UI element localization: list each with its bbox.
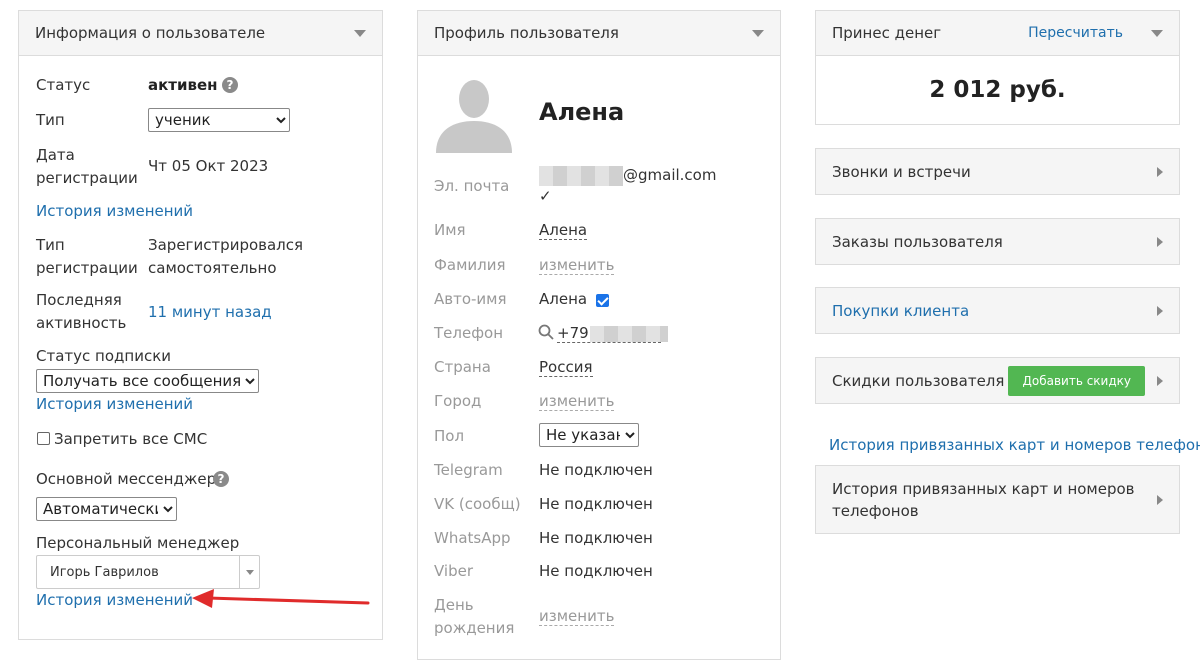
birthday-label-line2: рождения bbox=[434, 619, 515, 637]
chevron-right-icon[interactable] bbox=[1157, 305, 1163, 316]
reg-type-label-line2: регистрации bbox=[36, 259, 138, 277]
chevron-right-icon[interactable] bbox=[1157, 494, 1163, 505]
chevron-down-icon[interactable] bbox=[752, 29, 764, 37]
whatsapp-value: Не подключен bbox=[539, 529, 653, 547]
status-label: Статус bbox=[36, 76, 91, 94]
phone-value[interactable]: +79 bbox=[557, 324, 668, 343]
gender-label: Пол bbox=[434, 427, 465, 445]
manager-combobox[interactable]: Игорь Гаврилов bbox=[36, 555, 260, 589]
orders-title: Заказы пользователя bbox=[832, 232, 1003, 251]
annotation-arrow-icon bbox=[192, 589, 370, 608]
phone-label: Телефон bbox=[434, 324, 504, 342]
first-name-value[interactable]: Алена bbox=[539, 221, 588, 240]
viber-label: Viber bbox=[434, 562, 474, 580]
cards-history-section[interactable]: История привязанных карт и номеров телеф… bbox=[815, 465, 1180, 534]
auto-name-label: Авто-имя bbox=[434, 290, 507, 308]
sms-label[interactable]: Запретить все СМС bbox=[54, 430, 207, 448]
chevron-down-icon[interactable] bbox=[239, 556, 259, 588]
reg-type-value-line2: самостоятельно bbox=[148, 259, 277, 277]
calls-section[interactable]: Звонки и встречи bbox=[815, 148, 1180, 195]
type-label: Тип bbox=[36, 111, 65, 129]
history-link-1[interactable]: История изменений bbox=[36, 202, 193, 220]
phone-prefix: +79 bbox=[557, 324, 589, 342]
orders-section[interactable]: Заказы пользователя bbox=[815, 218, 1180, 265]
history-link-3[interactable]: История изменений bbox=[36, 591, 193, 609]
last-activity-value[interactable]: 11 минут назад bbox=[148, 303, 272, 321]
telegram-value: Не подключен bbox=[539, 461, 653, 479]
add-discount-button[interactable]: Добавить скидку bbox=[1008, 365, 1145, 396]
profile-name: Алена bbox=[539, 98, 625, 126]
reg-date-label-line2: регистрации bbox=[36, 169, 138, 187]
money-header: Принес денег Пересчитать bbox=[816, 11, 1179, 56]
vk-label: VK (сообщ) bbox=[434, 495, 521, 513]
type-select[interactable]: ученик bbox=[148, 108, 290, 132]
chevron-right-icon[interactable] bbox=[1157, 236, 1163, 247]
profile-header[interactable]: Профиль пользователя bbox=[418, 11, 780, 56]
last-name-label: Фамилия bbox=[434, 256, 506, 274]
birthday-label: День bbox=[434, 596, 474, 614]
chevron-down-icon[interactable] bbox=[1151, 29, 1163, 37]
user-info-title: Информация о пользователе bbox=[35, 24, 266, 42]
city-label: Город bbox=[434, 392, 482, 410]
reg-date-value: Чт 05 Окт 2023 bbox=[148, 157, 269, 175]
money-amount: 2 012 руб. bbox=[929, 77, 1066, 103]
subscription-label: Статус подписки bbox=[36, 347, 171, 365]
email-label: Эл. почта bbox=[434, 177, 510, 195]
last-name-edit[interactable]: изменить bbox=[539, 256, 615, 275]
messenger-label: Основной мессенджер bbox=[36, 470, 217, 488]
email-domain: @gmail.com bbox=[623, 166, 717, 184]
manager-label: Персональный менеджер bbox=[36, 534, 240, 552]
purchases-section[interactable]: Покупки клиента bbox=[815, 287, 1180, 334]
help-icon-messenger[interactable]: ? bbox=[213, 471, 229, 487]
money-body: 2 012 руб. bbox=[816, 56, 1179, 124]
cards-history-title-line1: История привязанных карт и номеров bbox=[832, 479, 1135, 498]
telegram-label: Telegram bbox=[434, 461, 503, 479]
gender-select[interactable]: Не указан bbox=[539, 423, 639, 447]
subscription-select[interactable]: Получать все сообщения bbox=[36, 369, 259, 393]
purchases-title[interactable]: Покупки клиента bbox=[832, 302, 1157, 320]
city-edit[interactable]: изменить bbox=[539, 392, 615, 411]
help-icon[interactable]: ? bbox=[222, 77, 238, 93]
whatsapp-label: WhatsApp bbox=[434, 529, 511, 547]
sms-checkbox[interactable] bbox=[37, 432, 50, 445]
chevron-right-icon[interactable] bbox=[1157, 375, 1163, 386]
first-name-label: Имя bbox=[434, 221, 466, 239]
search-icon[interactable] bbox=[538, 324, 554, 340]
birthday-edit[interactable]: изменить bbox=[539, 607, 615, 626]
chevron-down-icon[interactable] bbox=[354, 29, 366, 37]
history-link-2[interactable]: История изменений bbox=[36, 395, 193, 413]
country-label: Страна bbox=[434, 358, 491, 376]
country-value[interactable]: Россия bbox=[539, 358, 593, 377]
cards-history-title-line2: телефонов bbox=[832, 501, 919, 520]
vk-value: Не подключен bbox=[539, 495, 653, 513]
email-verified-check-icon: ✓ bbox=[539, 187, 552, 205]
auto-name-checkbox[interactable] bbox=[596, 294, 609, 307]
last-activity-label: Последняя bbox=[36, 291, 122, 309]
last-activity-label-line2: активность bbox=[36, 314, 127, 332]
reg-date-label: Дата bbox=[36, 146, 75, 164]
status-value: активен bbox=[148, 76, 218, 94]
cards-history-title: История привязанных карт и номеров телеф… bbox=[832, 478, 1157, 522]
messenger-select[interactable]: Автоматически bbox=[36, 497, 177, 521]
chevron-right-icon[interactable] bbox=[1157, 166, 1163, 177]
recalc-link[interactable]: Пересчитать bbox=[1028, 25, 1123, 41]
reg-type-value: Зарегистрировался bbox=[148, 236, 304, 254]
cards-history-link[interactable]: История привязанных карт и номеров телеф… bbox=[829, 436, 1200, 454]
money-panel: Принес денег Пересчитать 2 012 руб. bbox=[815, 10, 1180, 125]
reg-type-label: Тип bbox=[36, 236, 65, 254]
calls-title: Звонки и встречи bbox=[832, 162, 971, 181]
viber-value: Не подключен bbox=[539, 562, 653, 580]
avatar-icon bbox=[436, 80, 512, 153]
discounts-title: Скидки пользователя bbox=[832, 371, 1005, 390]
manager-value: Игорь Гаврилов bbox=[50, 564, 159, 580]
auto-name-value: Алена bbox=[539, 290, 588, 308]
money-title: Принес денег bbox=[832, 24, 942, 42]
profile-title: Профиль пользователя bbox=[434, 24, 619, 42]
phone-redacted bbox=[589, 325, 668, 342]
email-redacted bbox=[539, 166, 623, 186]
discounts-section[interactable]: Скидки пользователя Добавить скидку bbox=[815, 357, 1180, 404]
user-info-header[interactable]: Информация о пользователе bbox=[19, 11, 382, 56]
